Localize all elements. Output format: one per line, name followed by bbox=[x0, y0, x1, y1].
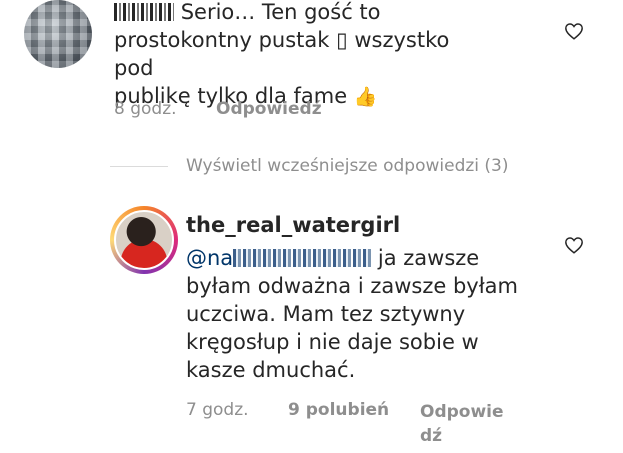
heart-icon[interactable] bbox=[564, 22, 584, 40]
comment-text-line: byłam odważna i zawsze byłam bbox=[186, 274, 519, 298]
comment-timestamp: 8 godz. bbox=[114, 99, 177, 119]
comment-text-line: uczciwa. Mam tez sztywny bbox=[186, 302, 466, 326]
comment-body: Serio… Ten gość to prostokontny pustak ▯… bbox=[114, 0, 474, 111]
avatar[interactable] bbox=[24, 0, 92, 68]
comment-text-line: Serio… Ten gość to bbox=[180, 0, 381, 24]
comment-text-line: kasze dmuchać. bbox=[186, 358, 356, 382]
username[interactable]: the_real_watergirl bbox=[186, 213, 400, 237]
thumbs-up-emoji: 👍 bbox=[353, 86, 378, 108]
avatar-image bbox=[114, 210, 174, 270]
mention-link[interactable]: @na bbox=[186, 246, 372, 270]
comment-text-line: prostokontny pustak ▯ wszystko pod bbox=[114, 28, 450, 80]
comment-timestamp: 7 godz. bbox=[186, 400, 249, 420]
heart-icon[interactable] bbox=[564, 236, 584, 254]
redacted-username[interactable] bbox=[114, 0, 174, 24]
comment-text-line: ja zawsze bbox=[377, 246, 480, 270]
thread-divider bbox=[110, 166, 168, 167]
reply-button[interactable]: Odpowiedź bbox=[420, 400, 504, 448]
comment-text-line: kręgosłup i nie daje sobie w bbox=[186, 330, 479, 354]
comment-body: @na ja zawsze byłam odważna i zawsze był… bbox=[186, 244, 526, 384]
reply-button[interactable]: Odpowiedź bbox=[216, 99, 322, 119]
avatar[interactable] bbox=[110, 206, 178, 274]
view-previous-replies-button[interactable]: Wyświetl wcześniejsze odpowiedzi (3) bbox=[186, 156, 509, 176]
likes-count-button[interactable]: 9 polubień bbox=[288, 400, 389, 420]
redacted-mention bbox=[233, 249, 372, 267]
